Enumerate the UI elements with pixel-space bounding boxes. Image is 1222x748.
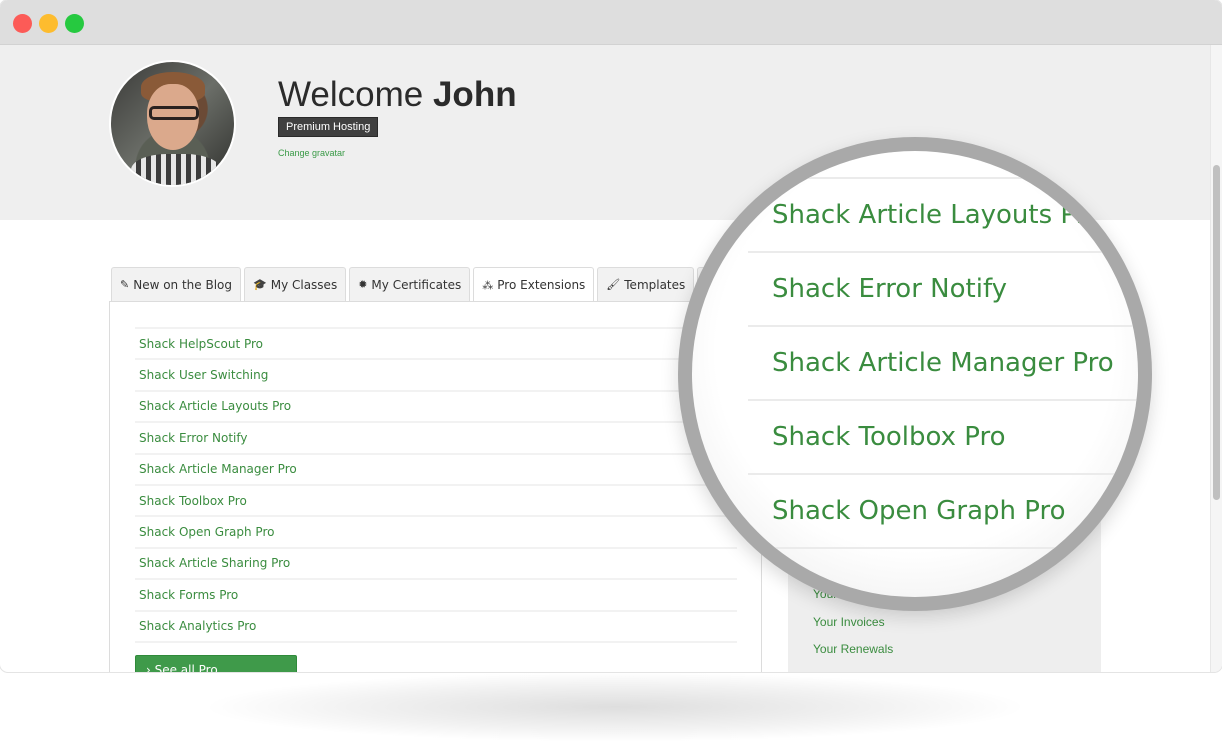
tab-my-classes[interactable]: 🎓 My Classes bbox=[244, 267, 347, 301]
extension-link[interactable]: Shack Analytics Pro bbox=[135, 612, 737, 643]
browser-window: Welcome John Premium Hosting Change grav… bbox=[0, 0, 1222, 672]
extension-link[interactable]: Shack Toolbox Pro bbox=[135, 486, 737, 518]
paint-brush-icon: 🖌 bbox=[606, 278, 621, 291]
title-bar bbox=[0, 0, 1222, 45]
see-all-pro-extensions-button[interactable]: › See all Pro Extensions bbox=[135, 655, 297, 672]
extension-link[interactable]: Shack Article Manager Pro bbox=[135, 455, 737, 486]
avatar bbox=[109, 60, 236, 187]
pro-extensions-panel: Shack HelpScout Pro Shack User Switching… bbox=[109, 301, 762, 672]
magnified-extension-list: Shack User Switching Shack Article Layou… bbox=[748, 151, 1138, 549]
scrollbar[interactable] bbox=[1210, 45, 1222, 672]
plan-badge: Premium Hosting bbox=[278, 117, 379, 137]
maximize-window-button[interactable] bbox=[65, 14, 84, 33]
extension-link[interactable]: Shack User Switching bbox=[135, 360, 737, 392]
extension-link[interactable]: Shack Open Graph Pro bbox=[135, 517, 737, 549]
magnified-extension-link: Shack Article Layouts Pro bbox=[748, 179, 1138, 253]
certificate-icon: ✹ bbox=[358, 278, 368, 291]
tab-label: My Certificates bbox=[371, 277, 462, 292]
magnified-extension-link: Shack Article Manager Pro bbox=[748, 327, 1138, 401]
tab-templates[interactable]: 🖌 Templates bbox=[597, 267, 695, 301]
graduation-cap-icon: 🎓 bbox=[253, 278, 267, 291]
extension-link[interactable]: Shack HelpScout Pro bbox=[135, 329, 737, 361]
magnified-extension-link: Shack Error Notify bbox=[748, 253, 1138, 327]
extension-link[interactable]: Shack Error Notify bbox=[135, 423, 737, 455]
tab-pro-extensions[interactable]: ⁂ Pro Extensions bbox=[473, 267, 595, 302]
scrollbar-thumb[interactable] bbox=[1213, 165, 1220, 500]
magnified-extension-link: Shack User Switching bbox=[748, 151, 1138, 179]
change-gravatar-link[interactable]: Change gravatar bbox=[278, 148, 345, 158]
magnifier-lens: Shack User Switching Shack Article Layou… bbox=[678, 137, 1152, 611]
extension-link[interactable]: Shack Article Layouts Pro bbox=[135, 392, 737, 424]
tab-my-certificates[interactable]: ✹ My Certificates bbox=[349, 267, 471, 301]
magnified-extension-link: Shack Toolbox Pro bbox=[748, 401, 1138, 475]
edit-icon: ✎ bbox=[120, 278, 130, 291]
extension-link[interactable]: Shack Forms Pro bbox=[135, 580, 737, 612]
tab-new-on-the-blog[interactable]: ✎ New on the Blog bbox=[111, 267, 242, 301]
minimize-window-button[interactable] bbox=[39, 14, 58, 33]
close-window-button[interactable] bbox=[13, 14, 32, 33]
tab-label: My Classes bbox=[270, 277, 338, 292]
user-name: John bbox=[432, 75, 517, 114]
renewals-link[interactable]: Your Renewals bbox=[813, 642, 893, 656]
extension-list: Shack HelpScout Pro Shack User Switching… bbox=[135, 327, 737, 643]
tab-label: Pro Extensions bbox=[497, 278, 586, 292]
window-shadow bbox=[200, 672, 1030, 742]
cubes-icon: ⁂ bbox=[482, 278, 494, 292]
extension-link[interactable]: Shack Article Sharing Pro bbox=[135, 549, 737, 581]
tab-label: Templates bbox=[624, 277, 686, 292]
magnified-extension-link: Shack Open Graph Pro bbox=[748, 475, 1138, 549]
welcome-text: Welcome bbox=[278, 75, 424, 114]
welcome-heading: Welcome John bbox=[278, 75, 517, 115]
invoices-link[interactable]: Your Invoices bbox=[813, 615, 885, 629]
tab-label: New on the Blog bbox=[133, 277, 233, 292]
tab-bar: ✎ New on the Blog 🎓 My Classes ✹ My Cert… bbox=[111, 267, 763, 302]
